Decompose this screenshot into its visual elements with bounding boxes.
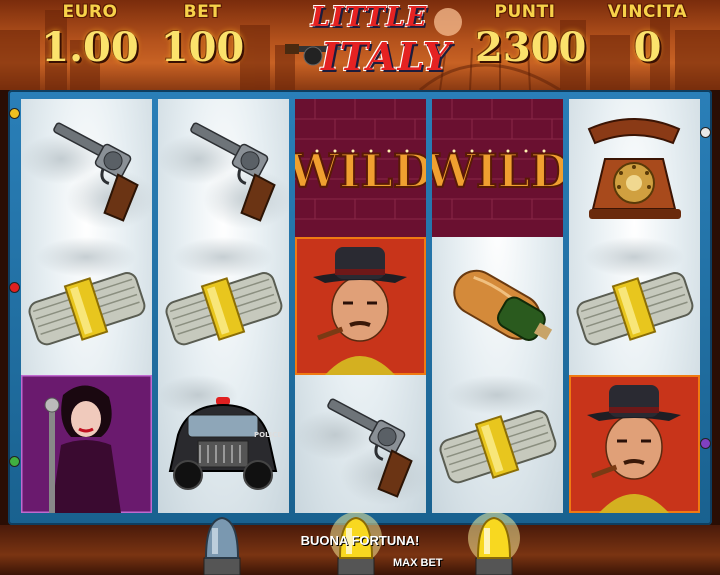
- revolver-symbol: [295, 375, 426, 513]
- revolver-icon: [21, 99, 152, 237]
- reel-2: [158, 99, 289, 513]
- bet-label: BET: [183, 2, 222, 22]
- game-header: EURO 1.00 BET 100 LITTLE ITALY PUNTI 230…: [0, 0, 720, 90]
- telephone-symbol: [569, 99, 700, 237]
- payline-indicator-5: [700, 438, 711, 449]
- wild-icon: [295, 99, 426, 237]
- money-stack-symbol: [21, 237, 152, 375]
- money-stack-symbol: [432, 375, 563, 513]
- status-message: BUONA FORTUNA!: [300, 533, 420, 548]
- max-bet-button[interactable]: MAX BET: [393, 557, 443, 569]
- telephone-icon: [569, 99, 700, 237]
- little-italy-logo: LITTLE ITALY: [285, 2, 455, 88]
- euro-value: 1.00: [41, 24, 139, 71]
- money-stack-symbol: [569, 237, 700, 375]
- vincita-value: 0: [633, 24, 662, 71]
- mobster-symbol: [295, 237, 426, 375]
- bet-display: BET 100: [155, 0, 250, 74]
- payline-indicator-3: [9, 456, 20, 467]
- revolver-icon: [295, 375, 426, 513]
- mobster-symbol: [569, 375, 700, 513]
- wild-symbol: [432, 99, 563, 237]
- vincita-label: VINCITA: [607, 2, 688, 22]
- bet-value: 100: [160, 24, 245, 71]
- bread-wine-symbol: [432, 237, 563, 375]
- siren-lamp-button-yellow-2[interactable]: [468, 508, 520, 575]
- lady-singer-icon: [21, 375, 152, 513]
- punti-label: PUNTI: [494, 2, 556, 22]
- lady-singer-symbol: [21, 375, 152, 513]
- logo-line-italy: ITALY: [321, 34, 451, 79]
- money-stack-icon: [432, 375, 563, 513]
- reel-1: [21, 99, 152, 513]
- money-stack-icon: [158, 237, 289, 375]
- wild-symbol: [295, 99, 426, 237]
- money-stack-symbol: [158, 237, 289, 375]
- reel-5: [569, 99, 700, 513]
- payline-indicator-4: [700, 127, 711, 138]
- punti-value: 2300: [475, 24, 587, 71]
- revolver-symbol: [21, 99, 152, 237]
- reel-4: [432, 99, 563, 513]
- mobster-icon: [295, 237, 426, 375]
- vincita-display: VINCITA 0: [590, 0, 705, 74]
- siren-lamp-button-blue[interactable]: [196, 508, 248, 575]
- punti-display: PUNTI 2300: [475, 0, 587, 74]
- mobster-icon: [569, 375, 700, 513]
- euro-label: EURO: [62, 2, 118, 22]
- police-car-icon: [158, 375, 289, 513]
- euro-display: EURO 1.00: [40, 0, 140, 74]
- payline-indicator-2: [9, 282, 20, 293]
- revolver-symbol: [158, 99, 289, 237]
- reel-3: [295, 99, 426, 513]
- money-stack-icon: [21, 237, 152, 375]
- wild-icon: [432, 99, 563, 237]
- police-car-symbol: [158, 375, 289, 513]
- bread-wine-icon: [432, 237, 563, 375]
- payline-indicator-1: [9, 108, 20, 119]
- logo-line-little: LITTLE: [311, 2, 428, 33]
- money-stack-icon: [569, 237, 700, 375]
- revolver-icon: [158, 99, 289, 237]
